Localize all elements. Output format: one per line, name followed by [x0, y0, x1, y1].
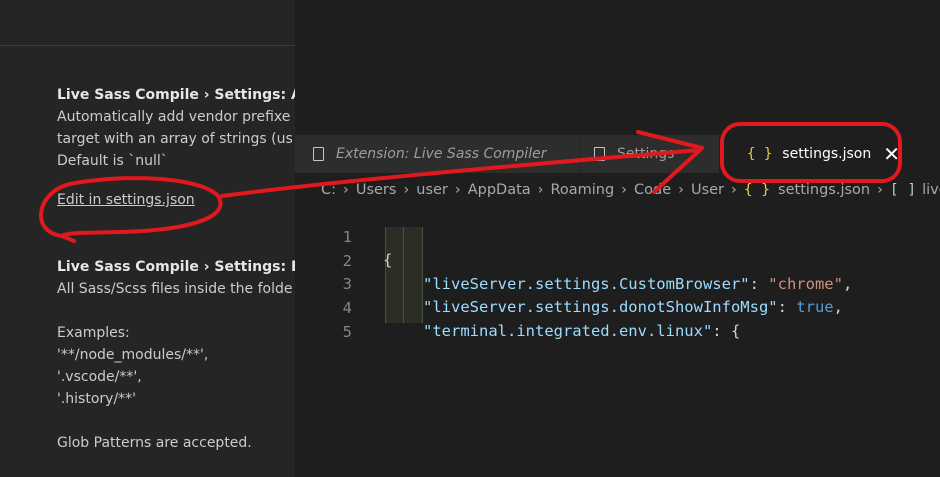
example-item: '.vscode/**', [57, 369, 142, 385]
editor-background [295, 0, 940, 135]
setting-description-line: All Sass/Scss files inside the folde [57, 281, 293, 297]
chevron-right-icon: › [403, 182, 410, 198]
chevron-right-icon: › [621, 182, 628, 198]
json-value: { [730, 322, 741, 340]
setting-title: Live Sass Compile › Settings: Aut [57, 87, 300, 103]
edit-in-settings-json-link[interactable]: Edit in settings.json [57, 192, 195, 208]
tab-settings-json[interactable]: { } settings.json ✕ [719, 135, 940, 173]
example-item: '.history/**' [57, 391, 137, 407]
breadcrumb-item[interactable]: user [416, 182, 448, 198]
example-item: '**/node_modules/**', [57, 347, 209, 363]
setting-exclude-list: Live Sass Compile › Settings: Exc All Sa… [57, 256, 300, 454]
examples-label: Examples: [57, 325, 130, 341]
setting-autoprefix: Live Sass Compile › Settings: Aut Automa… [57, 84, 300, 172]
chevron-right-icon: › [678, 182, 684, 198]
breadcrumb-symbol[interactable]: liveSa [922, 182, 940, 198]
setting-default: Default is `null` [57, 153, 168, 169]
tab-bar: Extension: Live Sass Compiler Settings {… [295, 135, 940, 173]
code-line: 4 "terminal.integrated.env.linux": { [295, 274, 940, 340]
setting-title: Live Sass Compile › Settings: Exc [57, 259, 300, 275]
close-icon[interactable]: ✕ [883, 144, 900, 164]
chevron-right-icon: › [537, 182, 544, 198]
code-line: 3 "liveServer.settings.donotShowInfoMsg"… [295, 250, 940, 316]
setting-description-line: target with an array of strings (us [57, 131, 293, 147]
file-icon [313, 147, 324, 161]
line-number: 5 [342, 323, 352, 341]
file-icon [594, 147, 605, 161]
code-line: 2 "liveServer.settings.CustomBrowser": "… [295, 227, 940, 293]
braces-icon: { } [743, 182, 771, 198]
setting-footer: Glob Patterns are accepted. [57, 435, 252, 451]
chevron-right-icon: › [877, 182, 883, 198]
braces-icon: { } [747, 146, 773, 162]
tab-settings[interactable]: Settings [579, 135, 719, 173]
tab-label: Extension: Live Sass Compiler [336, 146, 547, 162]
tab-label: Settings [617, 146, 675, 162]
chevron-right-icon: › [343, 182, 349, 198]
brackets-icon: [ ] [889, 182, 917, 198]
code-editor[interactable]: C: › Users › user › AppData › Roaming › Code ›… [295, 173, 940, 477]
tab-label: settings.json [782, 146, 872, 162]
breadcrumb: C: › Users › user › AppData › Roaming › Code ›… [321, 179, 940, 201]
breadcrumb-item[interactable]: C: [321, 182, 336, 198]
json-colon: : [712, 322, 731, 340]
divider [0, 45, 300, 46]
setting-description-line: Automatically add vendor prefixe [57, 109, 291, 125]
code-line: 1 { [295, 203, 940, 269]
code-line: 5 [295, 298, 940, 341]
breadcrumb-file[interactable]: settings.json [778, 182, 870, 198]
settings-panel: Live Sass Compile › Settings: Aut Automa… [0, 0, 300, 477]
chevron-right-icon: › [731, 182, 737, 198]
breadcrumb-item[interactable]: Users [356, 182, 397, 198]
breadcrumb-item[interactable]: Code [634, 182, 671, 198]
breadcrumb-item[interactable]: AppData [468, 182, 531, 198]
tab-extension-live-sass-compiler[interactable]: Extension: Live Sass Compiler [295, 135, 579, 173]
json-key: "terminal.integrated.env.linux" [423, 322, 713, 340]
chevron-right-icon: › [454, 182, 461, 198]
breadcrumb-item[interactable]: Roaming [550, 182, 614, 198]
breadcrumb-item[interactable]: User [691, 182, 724, 198]
